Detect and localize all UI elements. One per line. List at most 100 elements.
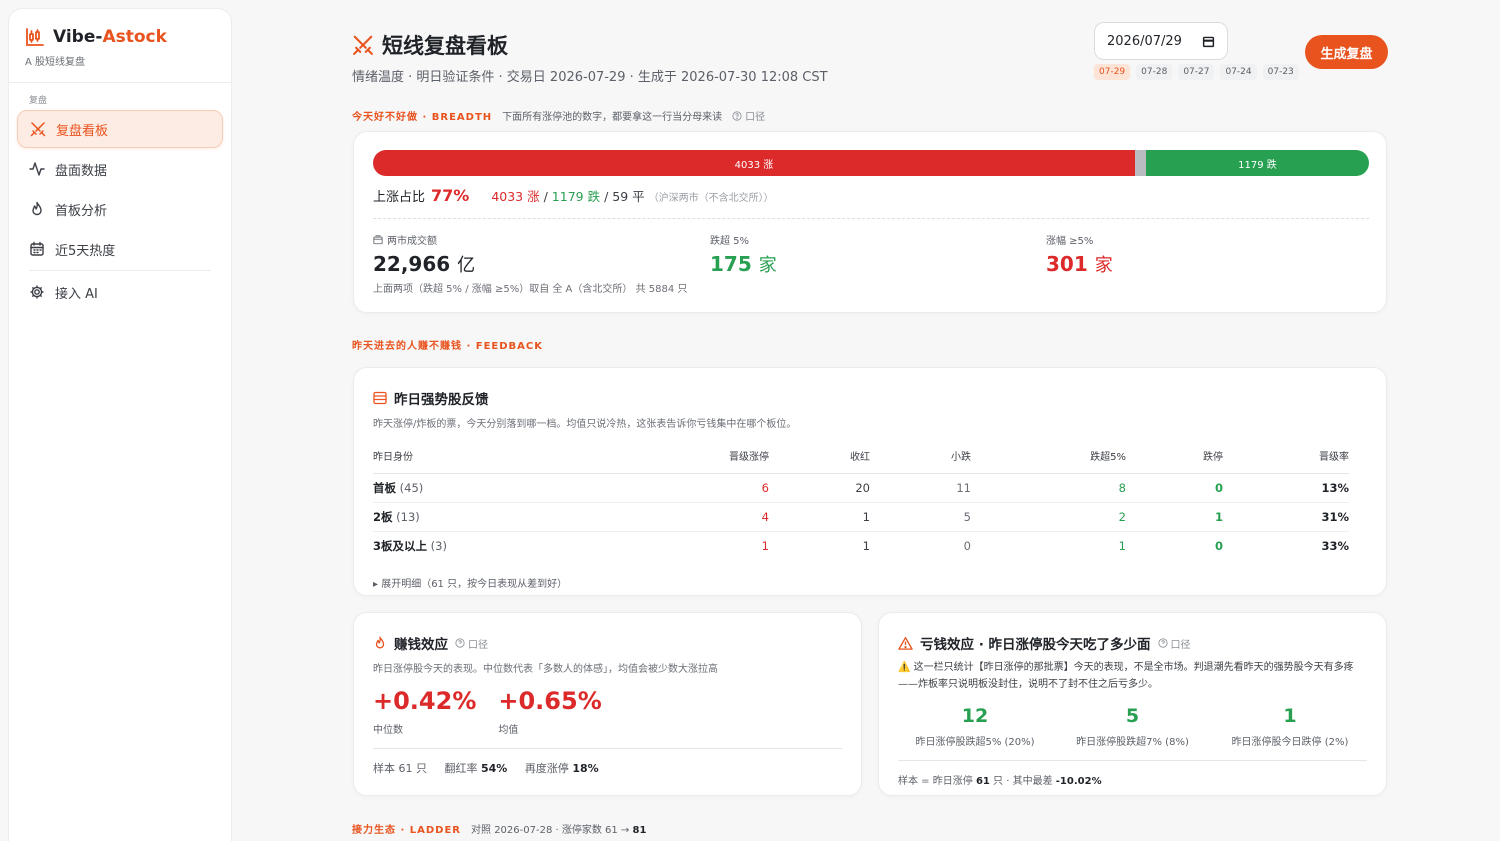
caliber-link[interactable]: 口径 bbox=[1157, 636, 1191, 651]
sidebar-item-label: 接入 AI bbox=[55, 286, 98, 302]
date-tab-1[interactable]: 07-28 bbox=[1136, 64, 1173, 80]
swords-icon bbox=[353, 35, 373, 55]
nav-group-label: 复盘 bbox=[29, 96, 48, 106]
mean-value: +0.65% bbox=[498, 687, 602, 715]
sidebar-item-label: 盘面数据 bbox=[55, 163, 108, 179]
advance-decline-bar: 4033 涨 1179 跌 bbox=[373, 150, 1369, 176]
caliber-link[interactable]: 口径 bbox=[455, 636, 488, 651]
decline-bar-segment: 1179 跌 bbox=[1146, 150, 1369, 176]
brand: Vibe-Astock A 股短线复盘 bbox=[9, 9, 231, 83]
flame-icon bbox=[375, 636, 385, 649]
brand-subtitle: A 股短线复盘 bbox=[25, 57, 86, 68]
ladder-section-desc: 对照 2026-07-28 · 涨停家数 61 → 81 bbox=[471, 825, 647, 836]
drop5-stat: 跌超 5% 175 家 bbox=[710, 236, 777, 276]
loss-effect-desc: ⚠️ 这一栏只统计【昨日涨停的那批票】今天的表现，不是全市场。判退潮先看昨天的强… bbox=[898, 662, 1354, 690]
feedback-card-desc: 昨天涨停/炸板的票，今天分别落到哪一档。均值只说冷热，这张表告诉你亏钱集中在哪个… bbox=[373, 419, 797, 430]
column-header: 晋级率 bbox=[1223, 448, 1349, 474]
breadth-card: 4033 涨 1179 跌 上涨占比 77% 4033 涨 / 1179 跌 /… bbox=[353, 131, 1387, 313]
loss-stat-value: 1 bbox=[1283, 705, 1297, 727]
sidebar-item-label: 复盘看板 bbox=[56, 123, 109, 139]
help-circle-icon bbox=[1157, 638, 1168, 648]
loss-effect-card: 亏钱效应 · 昨日涨停股今天吃了多少面 口径 ⚠️ 这一栏只统计【昨日涨停的那批… bbox=[878, 612, 1387, 796]
breadth-note: 上面两项（跌超 5% / 涨幅 ≥5%）取自 全 A（含北交所） 共 5884 … bbox=[373, 284, 688, 295]
calendar-icon bbox=[30, 241, 44, 256]
activity-icon bbox=[29, 162, 45, 176]
warning-icon bbox=[898, 636, 913, 650]
date-tab-3[interactable]: 07-24 bbox=[1220, 64, 1257, 80]
sidebar: Vibe-Astock A 股短线复盘 复盘 复盘看板 盘面数据 首板分析 近5… bbox=[8, 8, 232, 841]
money-effect-footer: 样本 61 只 翻红率 54% 再度涨停 18% bbox=[373, 748, 842, 776]
breadth-section-label: 今天好不好做 · BREADTH 下面所有涨停池的数字，都要拿这一行当分母来读 … bbox=[352, 108, 765, 123]
advance-decline-counts: 4033 涨 / 1179 跌 / 59 平（沪深两市（不含北交所）） bbox=[491, 189, 774, 204]
money-effect-desc: 昨日涨停股今天的表现。中位数代表「多数人的体感」，均值会被少数大涨拉高 bbox=[373, 664, 718, 675]
loss-effect-footer: 样本 = 昨日涨停 61 只 · 其中最差 -10.02% bbox=[898, 760, 1367, 787]
nav-divider bbox=[29, 270, 211, 271]
loss-effect-title: 亏钱效应 · 昨日涨停股今天吃了多少面 bbox=[920, 637, 1151, 653]
loss-stat-label: 昨日涨停股今日跌停 (2%) bbox=[1231, 737, 1349, 748]
gear-icon bbox=[30, 285, 44, 299]
column-header: 收红 bbox=[769, 448, 870, 474]
sidebar-item-label: 近5天热度 bbox=[55, 243, 116, 259]
sidebar-item-5day-heat[interactable]: 近5天热度 bbox=[17, 230, 223, 268]
date-tab-4[interactable]: 07-23 bbox=[1262, 64, 1299, 80]
flat-bar-segment bbox=[1135, 150, 1146, 176]
loss-stat-value: 12 bbox=[961, 705, 989, 727]
help-circle-icon bbox=[732, 110, 742, 121]
page-title: 短线复盘看板 bbox=[382, 34, 508, 58]
ratio-value: 77% bbox=[431, 186, 470, 205]
rise5-value: 301 bbox=[1046, 252, 1088, 276]
calendar-icon[interactable] bbox=[1202, 35, 1215, 48]
wallet-icon bbox=[373, 234, 383, 244]
money-effect-title: 赚钱效应 bbox=[394, 637, 448, 653]
table-row: 3板及以上 (3) 1 1 0 1 0 33% bbox=[373, 539, 1349, 554]
ratio-label: 上涨占比 bbox=[373, 190, 426, 205]
page-header: 短线复盘看板 情绪温度 · 明日验证条件 · 交易日 2026-07-29 · … bbox=[352, 22, 1388, 90]
turnover-value: 22,966 bbox=[373, 252, 451, 276]
caliber-link[interactable]: 口径 bbox=[732, 108, 765, 123]
breadth-section-desc: 下面所有涨停池的数字，都要拿这一行当分母来读 bbox=[502, 112, 723, 123]
table-row: 首板 (45) 6 20 11 8 0 13% bbox=[373, 473, 1349, 503]
median-value: +0.42% bbox=[373, 687, 477, 715]
feedback-section-label: 昨天进去的人赚不赚钱 · FEEDBACK bbox=[352, 341, 544, 352]
turnover-stat: 两市成交额 22,966 亿 bbox=[373, 234, 476, 276]
flame-icon bbox=[32, 201, 42, 216]
date-tab-0[interactable]: 07-29 bbox=[1094, 64, 1131, 80]
sidebar-item-market-data[interactable]: 盘面数据 bbox=[17, 150, 223, 188]
candlestick-logo-icon bbox=[26, 28, 44, 46]
expand-details-toggle[interactable]: ▸ 展开明细（61 只，按今日表现从差到好） bbox=[373, 575, 1367, 590]
loss-stat-label: 昨日涨停股跌超5% (20%) bbox=[915, 737, 1035, 748]
column-header: 昨日身份 bbox=[373, 448, 703, 474]
column-header: 跌超5% bbox=[971, 448, 1126, 474]
loss-stat-value: 5 bbox=[1125, 705, 1140, 727]
advance-bar-segment: 4033 涨 bbox=[373, 150, 1135, 176]
sidebar-item-first-board[interactable]: 首板分析 bbox=[17, 190, 223, 228]
table-row: 2板 (13) 4 1 5 2 1 31% bbox=[373, 502, 1349, 532]
divider bbox=[373, 218, 1369, 219]
ladder-section-label: 接力生态 · LADDER 对照 2026-07-28 · 涨停家数 61 → … bbox=[352, 821, 646, 836]
date-picker-input[interactable]: 2026/07/29 bbox=[1094, 22, 1228, 60]
help-circle-icon bbox=[455, 638, 465, 648]
date-value: 2026/07/29 bbox=[1107, 33, 1182, 49]
feedback-table: 昨日身份 晋级涨停 收红 小跌 跌超5% 跌停 晋级率 首板 (45) 6 20… bbox=[373, 448, 1349, 561]
advance-ratio-row: 上涨占比 77% 4033 涨 / 1179 跌 / 59 平（沪深两市（不含北… bbox=[373, 186, 774, 205]
sidebar-item-connect-ai[interactable]: 接入 AI bbox=[17, 273, 223, 311]
sidebar-item-label: 首板分析 bbox=[55, 203, 108, 219]
sidebar-item-dashboard[interactable]: 复盘看板 bbox=[17, 110, 223, 148]
column-header: 小跌 bbox=[870, 448, 971, 474]
money-effect-card: 赚钱效应 口径 昨日涨停股今天的表现。中位数代表「多数人的体感」，均值会被少数大… bbox=[353, 612, 862, 796]
date-tab-2[interactable]: 07-27 bbox=[1178, 64, 1215, 80]
feedback-card-title: 昨日强势股反馈 bbox=[394, 392, 489, 408]
median-label: 中位数 bbox=[373, 725, 403, 736]
loss-stat-label: 昨日涨停股跌超7% (8%) bbox=[1076, 737, 1189, 748]
feedback-card: 昨日强势股反馈 昨天涨停/炸板的票，今天分别落到哪一档。均值只说冷热，这张表告诉… bbox=[353, 367, 1387, 596]
date-shortcuts: 07-29 07-28 07-27 07-24 07-23 bbox=[1094, 64, 1299, 80]
generate-review-button[interactable]: 生成复盘 bbox=[1305, 35, 1388, 69]
brand-name: Vibe-Astock bbox=[53, 27, 167, 47]
swords-icon bbox=[30, 122, 46, 137]
mean-label: 均值 bbox=[498, 725, 519, 736]
rise5-stat: 涨幅 ≥5% 301 家 bbox=[1046, 236, 1113, 276]
column-header: 晋级涨停 bbox=[703, 448, 769, 474]
column-header: 跌停 bbox=[1126, 448, 1223, 474]
list-icon bbox=[373, 391, 387, 405]
table-header-row: 昨日身份 晋级涨停 收红 小跌 跌超5% 跌停 晋级率 bbox=[373, 448, 1349, 474]
